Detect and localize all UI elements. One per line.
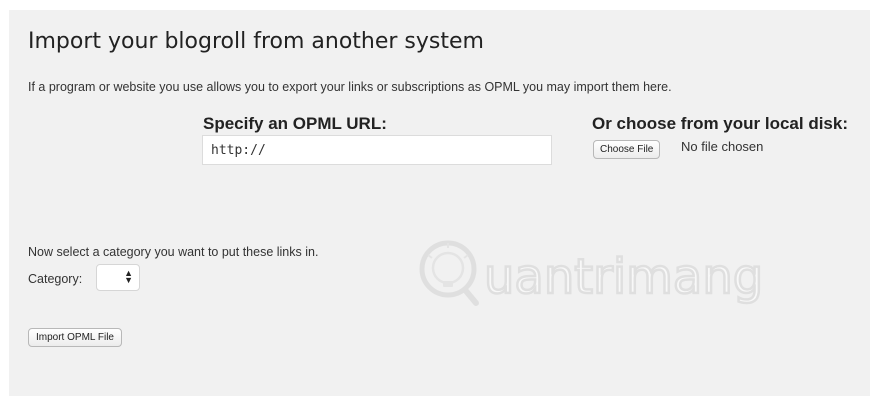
watermark-logo: uantrimang [419,240,764,306]
lightbulb-q-icon [419,240,479,306]
choose-file-button[interactable]: Choose File [593,140,661,159]
local-disk-label: Or choose from your local disk: [592,114,849,133]
import-panel: Import your blogroll from another system… [9,10,870,396]
opml-url-label: Specify an OPML URL: [203,114,387,133]
category-label: Category: [28,272,83,286]
import-opml-file-button[interactable]: Import OPML File [28,328,122,347]
opml-url-input[interactable] [202,135,552,165]
file-status-text: No file chosen [681,139,764,154]
intro-text: If a program or website you use allows y… [28,80,672,94]
watermark-text: uantrimang [484,249,763,305]
page-title: Import your blogroll from another system [28,29,484,54]
up-down-arrows-icon: ▲ ▼ [124,268,133,285]
category-select[interactable]: ▲ ▼ [96,264,140,291]
category-instructions: Now select a category you want to put th… [28,245,319,259]
